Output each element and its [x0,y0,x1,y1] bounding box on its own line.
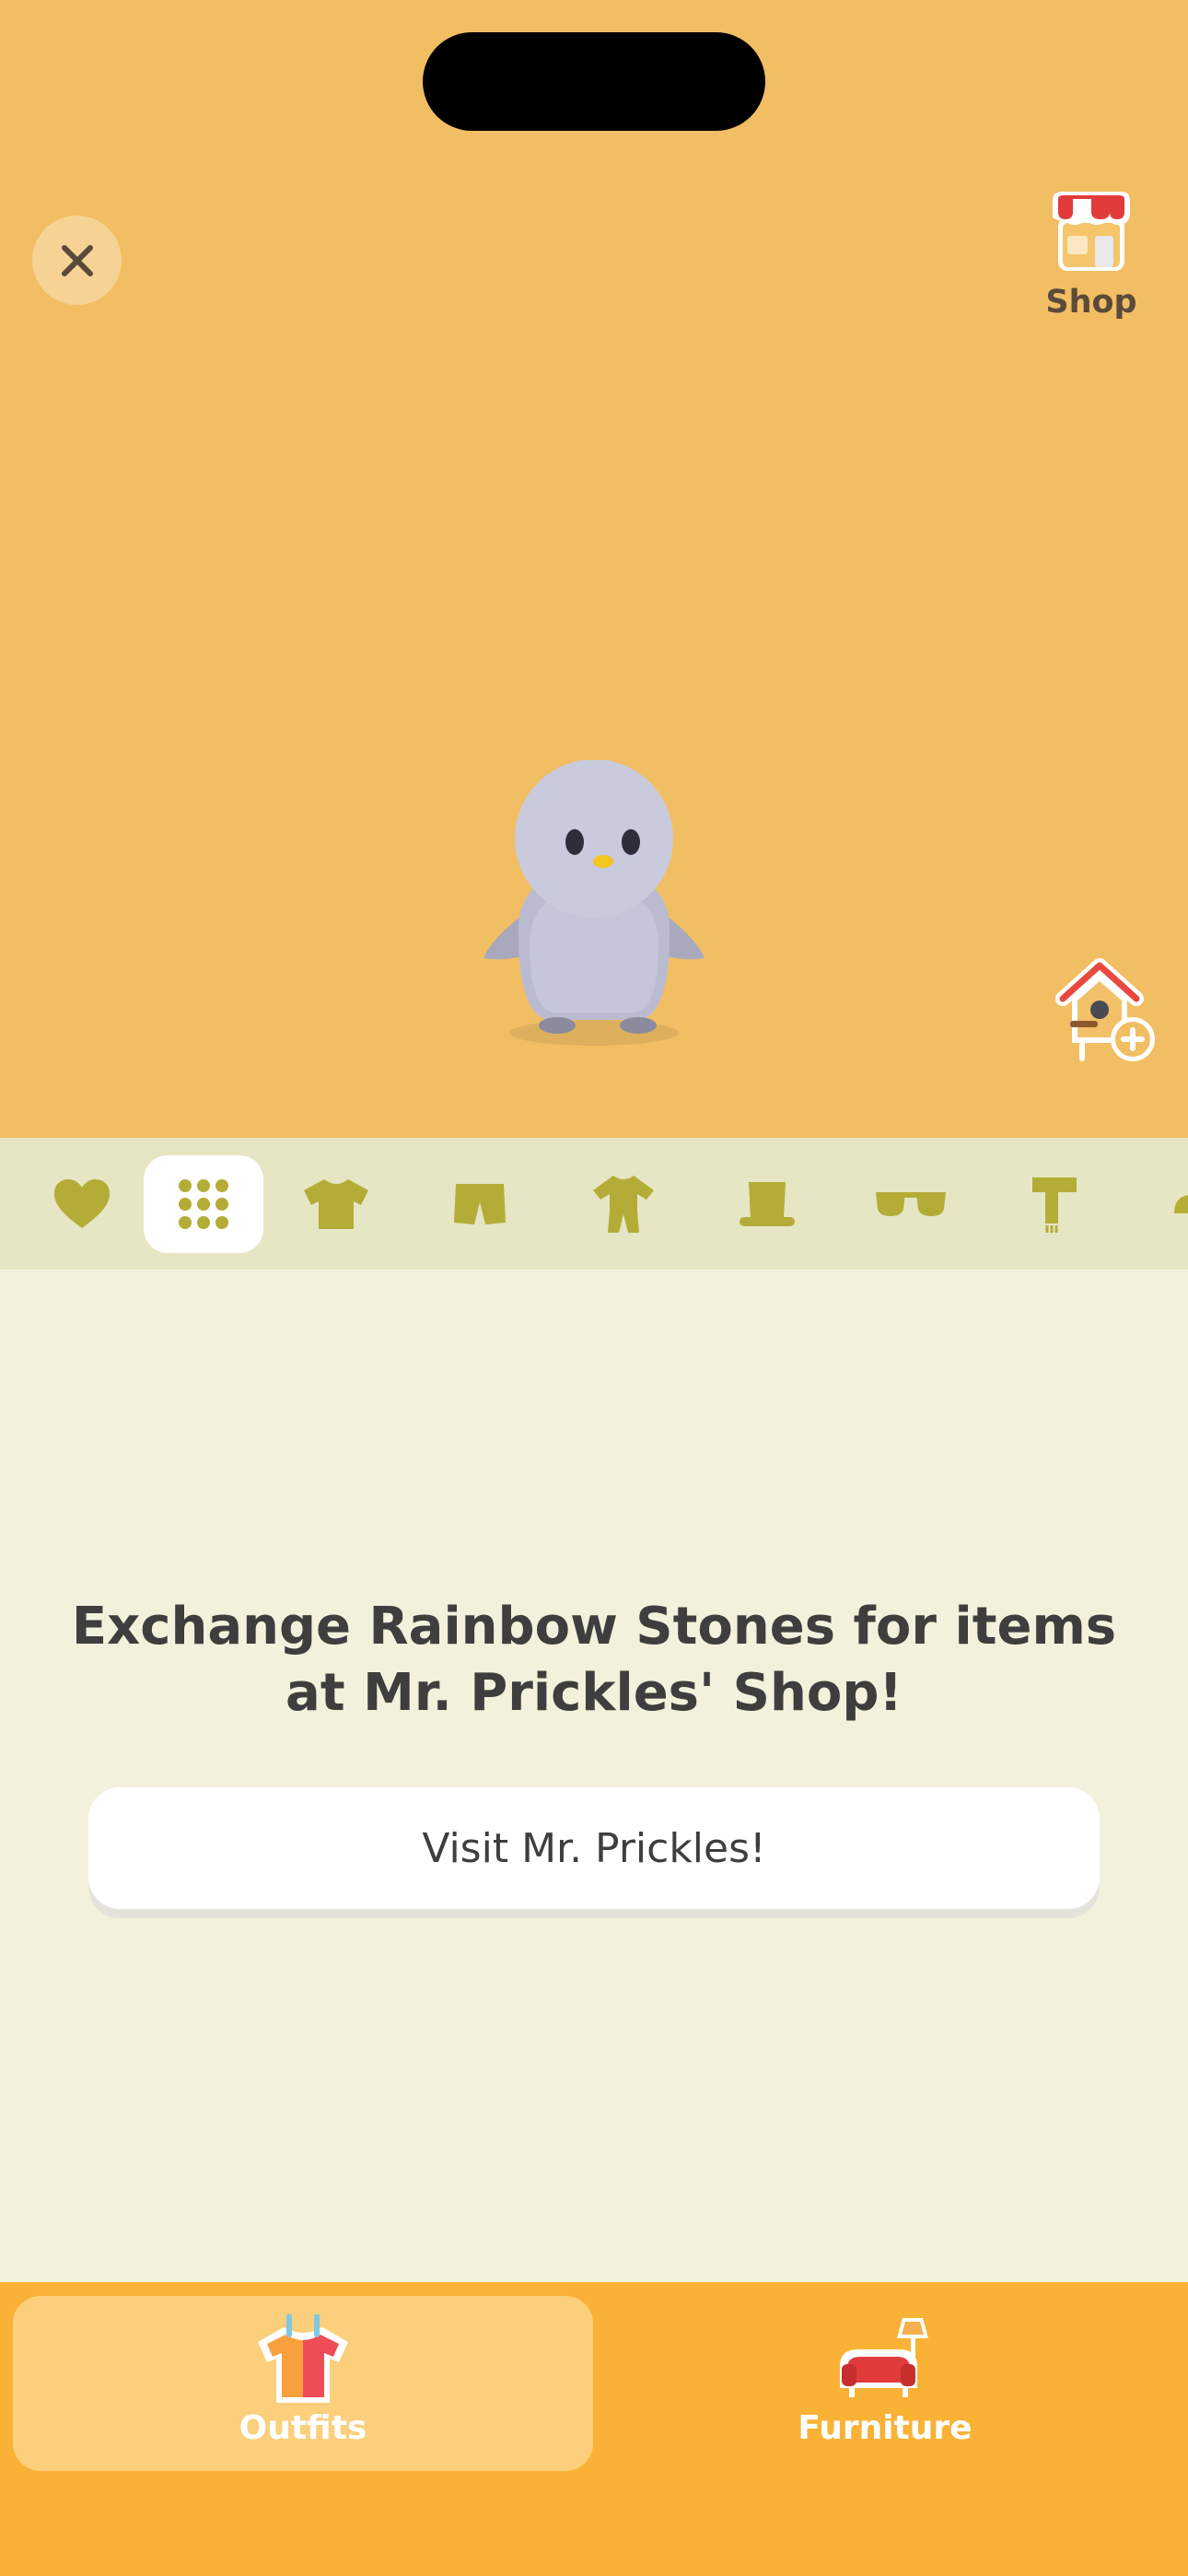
tab-furniture[interactable]: Furniture [595,2296,1175,2471]
dynamic-island [423,32,765,131]
category-bottoms[interactable] [420,1155,540,1253]
scarf-icon [1032,1177,1077,1233]
shorts-icon [454,1184,506,1224]
tab-outfits-label: Outfits [239,2409,367,2447]
category-onesies[interactable] [564,1155,683,1253]
shirt-icon [304,1179,368,1229]
tab-outfits[interactable]: Outfits [13,2296,593,2471]
category-all[interactable] [144,1155,263,1253]
shop-button[interactable]: Shop [1030,184,1153,332]
character-scene: Shop [0,0,1188,1138]
category-glasses[interactable] [851,1155,971,1253]
onesie-icon [593,1176,654,1233]
penguin-character[interactable] [474,760,714,1050]
shop-icon [1053,192,1130,271]
app-screen: Shop Exchange Rainbow Stones for items a… [0,0,1188,2576]
close-button[interactable] [32,216,122,305]
shoe-icon [1174,1195,1188,1213]
empty-state-message: Exchange Rainbow Stones for items at Mr.… [71,1597,1117,1723]
shop-label: Shop [1045,284,1137,321]
outfits-icon [258,2314,348,2403]
birdhouse-add-icon [1055,958,1155,1061]
category-bar [0,1138,1188,1270]
category-favorites[interactable] [22,1155,142,1253]
heart-icon [54,1179,110,1228]
items-panel: Exchange Rainbow Stones for items at Mr.… [0,1270,1188,2283]
sofa-lamp-icon [840,2318,928,2397]
sunglasses-icon [876,1192,946,1216]
visit-shop-button[interactable]: Visit Mr. Prickles! [88,1787,1100,1909]
close-icon [61,244,93,276]
category-hats[interactable] [707,1155,827,1253]
grid-icon [179,1179,228,1229]
top-hat-icon [740,1182,795,1226]
add-home-button[interactable] [1052,958,1162,1069]
category-more[interactable] [1138,1155,1188,1253]
category-tops[interactable] [276,1155,396,1253]
bottom-tab-bar: Outfits Furniture [0,2282,1188,2576]
tab-furniture-label: Furniture [798,2409,973,2447]
category-scarves[interactable] [995,1155,1114,1253]
